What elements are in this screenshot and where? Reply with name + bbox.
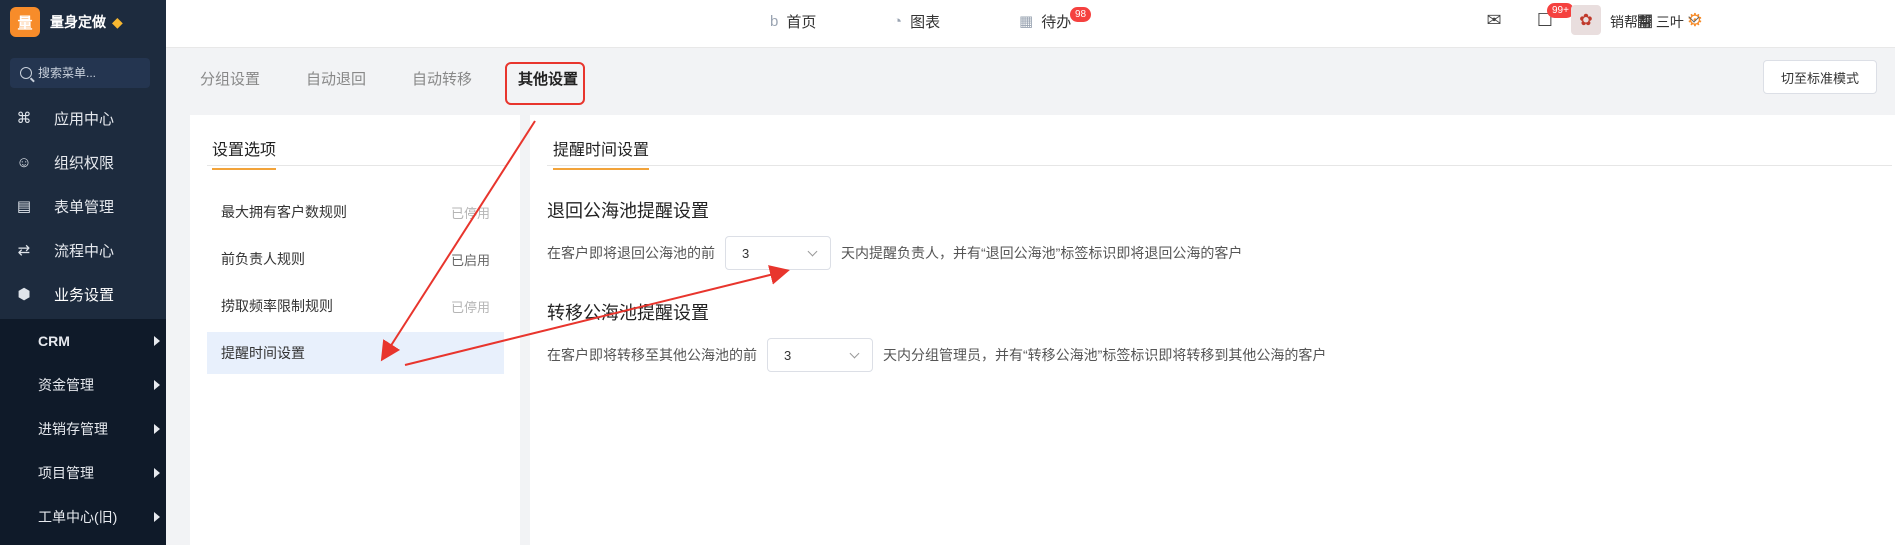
transfer-reminder-row: 在客户即将转移至其他公海池的前 3 天内分组管理员，并有“转移公海池”标签标识即… [547, 338, 1326, 372]
form-icon: ▤ [16, 198, 32, 215]
topnav-label: 首页 [786, 13, 817, 31]
rule-item-claim-frequency[interactable]: 捞取频率限制规则 已停用 [207, 285, 504, 327]
avatar[interactable]: ✿ [1571, 5, 1601, 35]
chevron-down-icon [807, 246, 818, 257]
submenu-item-label: 资金管理 [38, 377, 94, 393]
row-suffix: 天内提醒负责人，并有“退回公海池”标签标识即将退回公海的客户 [841, 245, 1243, 261]
submenu-item-label: 工单中心(旧) [38, 509, 118, 525]
submenu-item-label: 项目管理 [38, 465, 94, 481]
rule-label: 前负责人规则 [221, 251, 305, 267]
caret-right-icon [154, 380, 160, 390]
brand[interactable]: 量 量身定做 ◆ [0, 0, 166, 44]
section-title: 转移公海池提醒设置 [547, 303, 709, 323]
rule-label: 提醒时间设置 [221, 345, 305, 361]
status-badge: 已停用 [450, 299, 490, 315]
app-grid-icon: ⌘ [16, 110, 32, 127]
divider [547, 165, 1892, 166]
row-prefix: 在客户即将退回公海池的前 [547, 245, 715, 261]
brand-logo: 量 [10, 7, 40, 37]
flow-icon: ⇄ [17, 242, 31, 259]
topnav-todo[interactable]: ▦ 待办 [1019, 0, 1071, 42]
message-count-badge: 99+ [1547, 3, 1574, 18]
sidebar: 量 量身定做 ◆ ⌘ 应用中心 ☺ 组织权限 ▤ 表单管理 ⇄ 流程中心 ⬢ 业… [0, 0, 166, 545]
status-badge: 已停用 [450, 205, 490, 221]
caret-right-icon [154, 424, 160, 434]
return-days-select[interactable]: 3 [725, 236, 831, 270]
tab-auto-transfer[interactable]: 自动转移 [412, 68, 472, 89]
topnav-charts[interactable]: ◔ 图表 [893, 0, 940, 42]
brand-name: 量身定做 [50, 14, 106, 30]
select-value: 3 [784, 347, 792, 363]
tab-auto-return[interactable]: 自动退回 [306, 68, 366, 89]
tab-group-settings[interactable]: 分组设置 [200, 68, 260, 89]
sidebar-item-label: 组织权限 [54, 154, 115, 172]
switch-standard-mode-button[interactable]: 切至标准模式 [1763, 60, 1877, 94]
chevron-down-icon [849, 348, 860, 359]
topnav-label: 待办 [1041, 13, 1072, 31]
menu-search[interactable] [10, 58, 150, 88]
cube-icon: ⬢ [17, 286, 31, 303]
home-icon: b [770, 12, 779, 30]
sidebar-item-org-permissions[interactable]: ☺ 组织权限 [0, 140, 166, 184]
top-bar: b 首页 ◔ 图表 ▦ 待办 98 ✉ ☐ 99+ ? ▦ ⚙ ✿ 销帮帮 三叶 [166, 0, 1895, 48]
submenu-item-finance[interactable]: 资金管理 [0, 363, 166, 407]
topnav-label: 图表 [910, 13, 941, 31]
caret-right-icon [154, 336, 160, 346]
sidebar-item-label: 应用中心 [54, 110, 115, 128]
select-value: 3 [742, 245, 750, 261]
annotation-highlight-box [505, 62, 585, 105]
row-prefix: 在客户即将转移至其他公海池的前 [547, 347, 757, 363]
sidebar-item-form-management[interactable]: ▤ 表单管理 [0, 184, 166, 228]
row-suffix: 天内分组管理员，并有“转移公海池”标签标识即将转移到其他公海的客户 [883, 347, 1327, 363]
sidebar-item-app-center[interactable]: ⌘ 应用中心 [0, 96, 166, 140]
user-name[interactable]: 销帮帮 三叶 [1610, 12, 1684, 32]
menu-search-input[interactable] [38, 66, 148, 80]
mail-icon[interactable]: ✉ [1483, 9, 1505, 31]
transfer-days-select[interactable]: 3 [767, 338, 873, 372]
section-title: 退回公海池提醒设置 [547, 201, 709, 221]
topnav-home[interactable]: b 首页 [770, 0, 816, 42]
caret-right-icon [154, 468, 160, 478]
settings-tabs: 分组设置 自动退回 自动转移 其他设置 [166, 49, 1895, 113]
submenu-item-inventory[interactable]: 进销存管理 [0, 407, 166, 451]
rule-label: 捞取频率限制规则 [221, 298, 333, 314]
business-settings-submenu: CRM 资金管理 进销存管理 项目管理 工单中心(旧) [0, 319, 166, 545]
submenu-item-label: CRM [38, 333, 70, 349]
submenu-item-label: 进销存管理 [38, 421, 108, 437]
sidebar-item-flow-center[interactable]: ⇄ 流程中心 [0, 228, 166, 272]
caret-right-icon [154, 512, 160, 522]
rule-item-previous-owner[interactable]: 前负责人规则 已启用 [207, 238, 504, 280]
rule-item-max-customers[interactable]: 最大拥有客户数规则 已停用 [207, 191, 504, 233]
reminder-settings-panel: 提醒时间设置 退回公海池提醒设置 在客户即将退回公海池的前 3 天内提醒负责人，… [530, 115, 1895, 545]
rule-label: 最大拥有客户数规则 [221, 204, 347, 220]
rule-item-reminder-time[interactable]: 提醒时间设置 [207, 332, 504, 374]
submenu-item-ticket-center[interactable]: 工单中心(旧) [0, 495, 166, 539]
submenu-item-crm[interactable]: CRM [0, 319, 166, 363]
divider [207, 165, 507, 166]
sidebar-item-label: 业务设置 [54, 286, 115, 304]
sidebar-item-business-settings[interactable]: ⬢ 业务设置 [0, 272, 166, 316]
todo-count-badge: 98 [1070, 7, 1092, 22]
status-badge: 已启用 [450, 252, 490, 268]
diamond-icon: ◆ [112, 13, 123, 30]
person-icon: ☺ [16, 153, 32, 171]
submenu-item-project[interactable]: 项目管理 [0, 451, 166, 495]
calendar-icon: ▦ [1019, 13, 1034, 30]
sidebar-item-label: 表单管理 [54, 198, 115, 216]
chart-icon: ◔ [893, 12, 903, 30]
settings-options-panel: 设置选项 最大拥有客户数规则 已停用 前负责人规则 已启用 捞取频率限制规则 已… [190, 115, 520, 545]
sidebar-item-label: 流程中心 [54, 242, 115, 260]
search-icon [20, 67, 32, 79]
return-reminder-row: 在客户即将退回公海池的前 3 天内提醒负责人，并有“退回公海池”标签标识即将退回… [547, 236, 1242, 270]
